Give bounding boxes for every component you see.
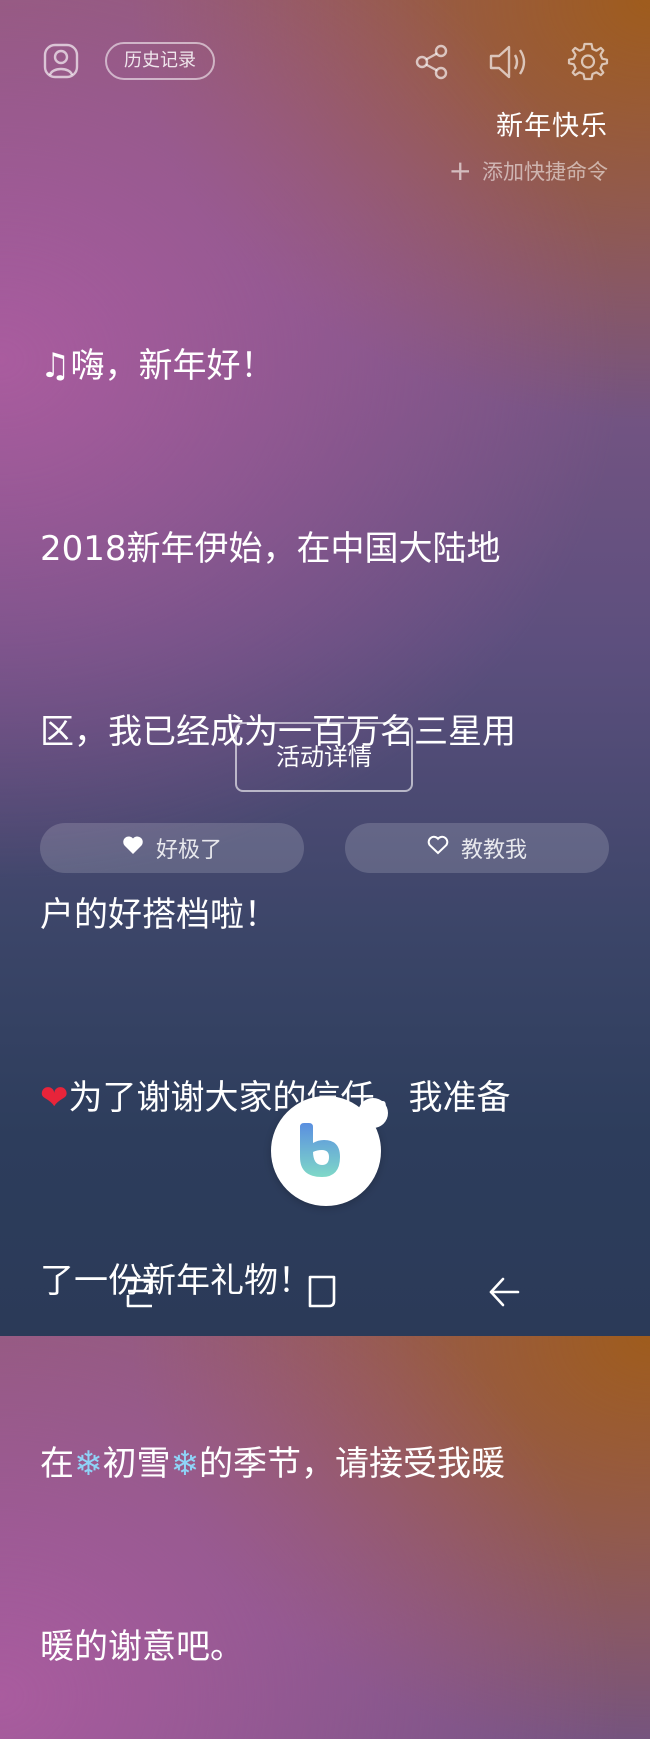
add-shortcut-link[interactable]: + 添加快捷命令 xyxy=(449,156,608,186)
message-line: 2018新年伊始，在中国大陆地 xyxy=(40,529,501,569)
snowflake-icon: ❄ xyxy=(170,1444,200,1484)
message-line: 暖的谢意吧。 xyxy=(40,1627,244,1667)
snowflake-icon: ❄ xyxy=(74,1444,103,1484)
heart-filled-icon xyxy=(122,835,144,861)
message-text: 在 xyxy=(40,1444,74,1484)
teach-me-label: 教教我 xyxy=(460,838,527,863)
activity-details-button[interactable]: 活动详情 xyxy=(235,722,413,792)
like-label: 好极了 xyxy=(155,838,222,863)
recent-apps-icon[interactable] xyxy=(124,1276,156,1314)
navigation-bar xyxy=(0,1250,650,1336)
profile-icon[interactable] xyxy=(42,42,80,80)
speaker-icon[interactable] xyxy=(488,42,532,82)
home-icon[interactable] xyxy=(305,1274,339,1314)
add-shortcut-label: 添加快捷命令 xyxy=(482,160,608,184)
share-icon[interactable] xyxy=(415,44,449,80)
message-text: 嗨，新年好！ xyxy=(70,346,275,386)
message-line: 在❄初雪❄的季节，请接受我暖 xyxy=(40,1434,620,1495)
heart-outline-icon xyxy=(427,835,449,861)
bixby-logo-icon xyxy=(296,1121,356,1185)
message-text: 的季节，请接受我暖 xyxy=(199,1444,505,1484)
bixby-message: ♫嗨，新年好！ 2018新年伊始，在中国大陆地 区，我已经成为一百万名三星用 户… xyxy=(40,214,620,1739)
message-line: 户的好搭档啦！ xyxy=(40,895,278,935)
heart-emoji-icon: ❤ xyxy=(40,1078,69,1118)
like-button[interactable]: 好极了 xyxy=(40,823,304,873)
message-text: 初雪 xyxy=(102,1444,171,1484)
music-note-icon: ♫ xyxy=(40,346,71,386)
teach-me-button[interactable]: 教教我 xyxy=(345,823,609,873)
page-title: 新年快乐 xyxy=(496,111,608,142)
bixby-button-bump xyxy=(358,1098,388,1128)
back-icon[interactable] xyxy=(487,1275,521,1313)
plus-icon: + xyxy=(448,154,472,187)
message-line: ♫嗨，新年好！ xyxy=(40,336,620,397)
history-button[interactable]: 历史记录 xyxy=(105,42,215,80)
settings-icon[interactable] xyxy=(567,41,609,83)
